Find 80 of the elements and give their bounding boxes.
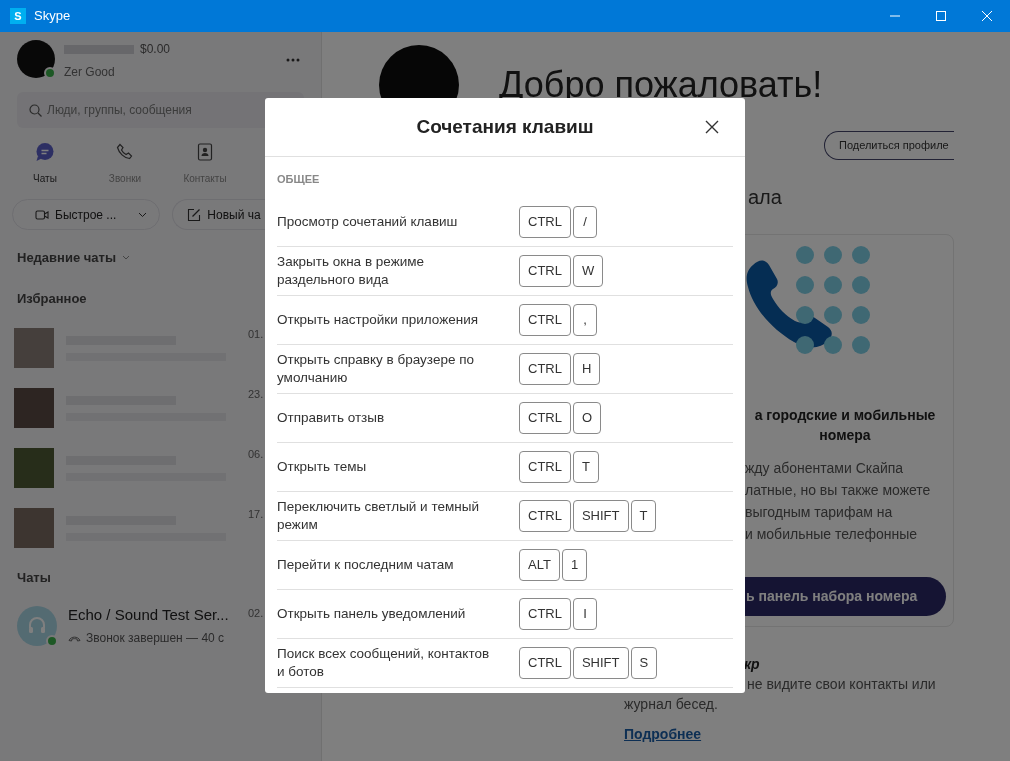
section-title: ала <box>748 187 783 207</box>
section-header: ОБЩЕЕ <box>277 172 321 187</box>
key-cap: CTRL <box>519 254 571 287</box>
key-cap: SHIFT <box>572 646 629 679</box>
avatar-placeholder <box>14 448 54 488</box>
shortcut-label: Отправить отзыв <box>277 408 386 427</box>
key-cap: O <box>572 401 602 434</box>
card-text-line: жду абонентами Скайпа <box>745 459 905 478</box>
more-icon <box>286 58 300 62</box>
key-cap: CTRL <box>519 499 571 532</box>
avatar[interactable] <box>17 40 55 78</box>
recent-chats-dropdown[interactable]: Недавние чаты <box>17 248 131 268</box>
card-title-line: номера <box>819 426 871 445</box>
shortcut-label: Закрыть окна в режиме раздельного вида <box>277 252 426 289</box>
contact-book-icon <box>197 143 213 161</box>
balance: $0.00 <box>140 41 171 58</box>
key-cap: , <box>572 303 597 336</box>
shortcut-label: Открыть настройки приложения <box>277 310 479 329</box>
avatar-placeholder <box>14 508 54 548</box>
caret-icon <box>122 255 131 261</box>
close-icon <box>705 120 719 134</box>
key-cap: SHIFT <box>572 499 629 532</box>
key-cap: CTRL <box>519 205 571 238</box>
shortcut-label: Просмотр сочетаний клавиш <box>277 212 459 231</box>
phone-icon <box>116 143 134 161</box>
profile-name: Zer Good <box>64 64 116 81</box>
video-camera-icon <box>35 207 49 222</box>
shortcut-label: Переключить светлый и темный режим <box>277 497 480 534</box>
card-text-line: выгодным тарифам на <box>745 503 894 522</box>
key-cap: CTRL <box>519 401 571 434</box>
card-text-line: латные, но вы также можете <box>745 481 932 500</box>
hang-up-icon <box>68 634 81 642</box>
card-title-line: а городские и мобильные <box>754 406 936 425</box>
key-cap: S <box>630 646 658 679</box>
key-cap: ALT <box>519 548 560 581</box>
key-cap: CTRL <box>519 450 571 483</box>
close-button[interactable] <box>703 118 721 136</box>
key-cap: CTRL <box>519 303 571 336</box>
key-cap: / <box>572 205 597 238</box>
note-text-line: не видите свои контакты или <box>747 675 937 694</box>
key-cap: T <box>630 499 657 532</box>
chat-name: Echo / Sound Test Ser... <box>68 604 229 625</box>
headset-icon <box>27 615 47 636</box>
key-cap: I <box>572 597 597 630</box>
skype-logo: S <box>10 8 26 24</box>
note-title: кр <box>744 655 761 674</box>
key-cap: 1 <box>561 548 588 581</box>
maximize-icon <box>936 11 946 21</box>
key-cap: T <box>572 450 599 483</box>
chat-bubble-icon <box>35 142 55 162</box>
share-profile-button[interactable]: Поделиться профиле <box>824 131 954 160</box>
key-cap: CTRL <box>519 646 571 679</box>
section-header: Избранное <box>17 289 88 308</box>
more-info-link[interactable]: Подробнее <box>624 724 702 745</box>
shortcut-label: Открыть панель уведомлений <box>277 604 467 623</box>
key-cap: CTRL <box>519 597 571 630</box>
window-title: Skype <box>34 7 71 26</box>
shortcut-label: Поиск всех сообщений, контактов и ботов <box>277 644 491 681</box>
key-cap: CTRL <box>519 352 571 385</box>
shortcut-label: Перейти к последним чатам <box>277 555 455 574</box>
shortcut-label: Открыть справку в браузере по умолчанию <box>277 350 475 387</box>
chat-date: 02. <box>248 605 264 621</box>
note-text-line: журнал бесед. <box>624 695 719 714</box>
section-header: Чаты <box>17 569 52 587</box>
chat-date: 01. <box>248 327 264 342</box>
chat-date: 06. <box>248 447 264 462</box>
chat-date: 23. <box>248 387 264 402</box>
caret-icon <box>138 211 148 218</box>
compose-icon <box>187 207 202 222</box>
avatar-placeholder <box>14 388 54 428</box>
shortcut-label: Открыть темы <box>277 457 368 476</box>
chat-date: 17. <box>248 507 264 522</box>
nav-tab[interactable]: Чаты <box>5 142 85 186</box>
key-cap: W <box>572 254 604 287</box>
dialog-title: Сочетания клавиш <box>416 114 594 139</box>
close-icon <box>982 11 992 21</box>
card-text-line: и мобильные телефонные <box>745 525 919 544</box>
key-cap: H <box>572 352 601 385</box>
call-status: Звонок завершен — 40 с <box>86 630 225 648</box>
avatar-placeholder <box>14 328 54 368</box>
